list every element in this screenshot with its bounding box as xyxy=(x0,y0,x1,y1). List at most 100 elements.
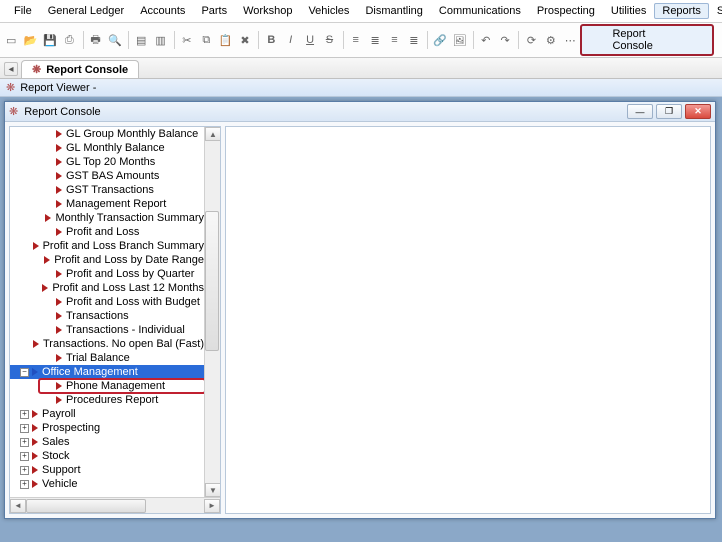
window-titlebar[interactable]: ❋ Report Console — ❐ ✕ xyxy=(5,102,715,122)
tool-open-icon[interactable]: 📂 xyxy=(21,30,39,50)
tree-item-gl-top-20-months[interactable]: GL Top 20 Months xyxy=(10,155,204,169)
tree-item-procedures-report[interactable]: Procedures Report xyxy=(10,393,204,407)
triangle-icon xyxy=(33,340,39,348)
horizontal-scrollbar[interactable]: ◄ ► xyxy=(10,497,220,513)
tree-item-profit-and-loss-by-quarter[interactable]: Profit and Loss by Quarter xyxy=(10,267,204,281)
triangle-icon xyxy=(56,270,62,278)
window-minimize-button[interactable]: — xyxy=(627,104,653,119)
menu-prospecting[interactable]: Prospecting xyxy=(529,3,603,19)
menu-file[interactable]: File xyxy=(6,3,40,19)
menu-security[interactable]: Security xyxy=(709,3,722,19)
menu-workshop[interactable]: Workshop xyxy=(235,3,300,19)
tree-item-profit-and-loss-by-date-range[interactable]: Profit and Loss by Date Range xyxy=(10,253,204,267)
tab-report-console[interactable]: ❋ Report Console xyxy=(21,60,139,78)
tool-refresh-icon[interactable]: ⟳ xyxy=(522,30,540,50)
tree-item-profit-and-loss-with-budget[interactable]: Profit and Loss with Budget xyxy=(10,295,204,309)
tree-item-trial-balance[interactable]: Trial Balance xyxy=(10,351,204,365)
tool-new-icon[interactable]: ▭ xyxy=(2,30,20,50)
menu-accounts[interactable]: Accounts xyxy=(132,3,193,19)
tree-item-gst-bas-amounts[interactable]: GST BAS Amounts xyxy=(10,169,204,183)
menu-dismantling[interactable]: Dismantling xyxy=(357,3,430,19)
expand-icon[interactable]: + xyxy=(20,466,29,475)
tool-gear-icon[interactable]: ⚙ xyxy=(542,30,560,50)
scroll-up-icon[interactable]: ▲ xyxy=(205,127,220,141)
scroll-right-icon[interactable]: ► xyxy=(204,499,220,513)
tool-align-center-icon[interactable]: ≣ xyxy=(366,30,384,50)
close-tabs-left-icon[interactable]: ◂ xyxy=(4,62,18,76)
tool-underline-icon[interactable]: U xyxy=(301,30,319,50)
tree-item-profit-and-loss-last-12-months[interactable]: Profit and Loss Last 12 Months xyxy=(10,281,204,295)
tree-folder-stock[interactable]: +Stock xyxy=(10,449,204,463)
tool-copy-icon[interactable]: ⧉ xyxy=(197,30,215,50)
expand-icon[interactable]: + xyxy=(20,424,29,433)
tool-italic-icon[interactable]: I xyxy=(282,30,300,50)
tree-label: Monthly Transaction Summary xyxy=(55,212,204,224)
tool-delete-icon[interactable]: ✖ xyxy=(236,30,254,50)
tree-item-phone-management[interactable]: Phone Management xyxy=(10,379,204,393)
tool-image-icon[interactable]: 🖼 xyxy=(450,30,468,50)
tree-item-monthly-transaction-summary[interactable]: Monthly Transaction Summary xyxy=(10,211,204,225)
menu-utilities[interactable]: Utilities xyxy=(603,3,654,19)
tree-item-gl-monthly-balance[interactable]: GL Monthly Balance xyxy=(10,141,204,155)
scroll-down-icon[interactable]: ▼ xyxy=(205,483,220,497)
tool-print-icon[interactable]: 🖶 xyxy=(86,30,104,50)
tool-cut-icon[interactable]: ✂ xyxy=(178,30,196,50)
tree-folder-prospecting[interactable]: + Prospecting xyxy=(10,421,204,435)
triangle-icon xyxy=(56,298,62,306)
tool-link-icon[interactable]: 🔗 xyxy=(431,30,449,50)
expand-icon[interactable]: + xyxy=(20,438,29,447)
tool-margins-icon[interactable]: ▥ xyxy=(151,30,169,50)
menu-communications[interactable]: Communications xyxy=(431,3,529,19)
tree-item-profit-and-loss-branch-summary[interactable]: Profit and Loss Branch Summary xyxy=(10,239,204,253)
menu-general-ledger[interactable]: General Ledger xyxy=(40,3,132,19)
scroll-left-icon[interactable]: ◄ xyxy=(10,499,26,513)
triangle-icon xyxy=(32,480,38,488)
triangle-icon xyxy=(32,438,38,446)
tree-scroll-area[interactable]: GL Group Monthly BalanceGL Monthly Balan… xyxy=(10,127,220,497)
triangle-icon xyxy=(56,396,62,404)
tree-folder-sales[interactable]: +Sales xyxy=(10,435,204,449)
tool-strike-icon[interactable]: S xyxy=(320,30,338,50)
menu-vehicles[interactable]: Vehicles xyxy=(300,3,357,19)
expand-icon[interactable]: + xyxy=(20,480,29,489)
tree-item-transactions-no-open-bal-fast-[interactable]: Transactions. No open Bal (Fast) xyxy=(10,337,204,351)
tool-more-icon[interactable]: ⋯ xyxy=(561,30,579,50)
tool-justify-icon[interactable]: ≣ xyxy=(405,30,423,50)
window-title: Report Console xyxy=(24,106,100,118)
window-close-button[interactable]: ✕ xyxy=(685,104,711,119)
expand-icon[interactable]: + xyxy=(20,410,29,419)
window-maximize-button[interactable]: ❐ xyxy=(656,104,682,119)
tool-paste-icon[interactable]: 📋 xyxy=(216,30,234,50)
tool-align-left-icon[interactable]: ≡ xyxy=(347,30,365,50)
expand-icon[interactable]: + xyxy=(20,452,29,461)
triangle-icon xyxy=(56,186,62,194)
menu-reports[interactable]: Reports xyxy=(654,3,709,19)
tool-save-icon[interactable]: 💾 xyxy=(41,30,59,50)
tree-label: Profit and Loss by Date Range xyxy=(54,254,204,266)
tree-item-gl-group-monthly-balance[interactable]: GL Group Monthly Balance xyxy=(10,127,204,141)
tree-label: Prospecting xyxy=(42,422,100,434)
menu-bar: FileGeneral LedgerAccountsPartsWorkshopV… xyxy=(0,0,722,23)
triangle-icon xyxy=(56,312,62,320)
tree-folder-office-management[interactable]: −Office Management xyxy=(10,365,204,379)
report-console-button[interactable]: Report Console xyxy=(580,24,714,56)
tool-align-right-icon[interactable]: ≡ xyxy=(385,30,403,50)
tree-folder-support[interactable]: +Support xyxy=(10,463,204,477)
tree-item-transactions-individual[interactable]: Transactions - Individual xyxy=(10,323,204,337)
tool-undo-icon[interactable]: ↶ xyxy=(477,30,495,50)
tree-item-transactions[interactable]: Transactions xyxy=(10,309,204,323)
tool-saveall-icon[interactable]: ⎙ xyxy=(60,30,78,50)
menu-parts[interactable]: Parts xyxy=(193,3,235,19)
tree-item-gst-transactions[interactable]: GST Transactions xyxy=(10,183,204,197)
tool-bold-icon[interactable]: B xyxy=(262,30,280,50)
vertical-scrollbar[interactable]: ▲ ▼ xyxy=(204,127,220,497)
tree-folder-vehicle[interactable]: +Vehicle xyxy=(10,477,204,491)
gear-icon: ❋ xyxy=(9,105,18,118)
collapse-icon[interactable]: − xyxy=(20,368,29,377)
tree-folder-payroll[interactable]: +Payroll xyxy=(10,407,204,421)
tool-preview-icon[interactable]: 🔍 xyxy=(106,30,124,50)
tool-redo-icon[interactable]: ↷ xyxy=(496,30,514,50)
tree-item-management-report[interactable]: Management Report xyxy=(10,197,204,211)
tree-item-profit-and-loss[interactable]: Profit and Loss xyxy=(10,225,204,239)
tool-page-icon[interactable]: ▤ xyxy=(132,30,150,50)
